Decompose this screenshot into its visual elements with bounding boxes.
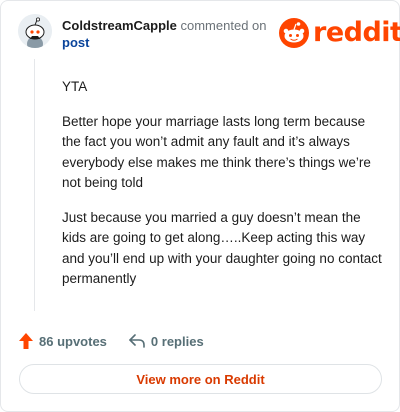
post-link[interactable]: post (62, 34, 272, 51)
username[interactable]: ColdstreamCapple (62, 18, 177, 33)
upvote-arrow-icon (19, 333, 33, 349)
reddit-wordmark: reddit (313, 17, 400, 48)
snoo-avatar-icon (18, 14, 52, 48)
thread-line[interactable] (34, 59, 35, 311)
comment-body: YTA Better hope your marriage lasts long… (62, 77, 382, 304)
reply-count: 0 replies (150, 333, 204, 349)
reddit-logo[interactable]: reddit (279, 18, 400, 48)
comment-paragraph: Just because you married a guy doesn’t m… (62, 209, 382, 287)
comment-header: ColdstreamCapple commented on post (62, 17, 272, 51)
comment-paragraph: Better hope your marriage lasts long ter… (62, 113, 371, 191)
reply-arrow-icon (129, 334, 145, 348)
upvote-button[interactable]: 86 upvotes (19, 333, 107, 349)
view-more-button[interactable]: View more on Reddit (19, 364, 382, 394)
comment-actions: 86 upvotes 0 replies (19, 331, 204, 351)
reply-button[interactable]: 0 replies (129, 334, 204, 349)
comment-card: ColdstreamCapple commented on post reddi… (0, 0, 400, 412)
user-avatar[interactable] (18, 14, 52, 48)
commented-on-text: commented on (180, 18, 267, 33)
reddit-snoo-icon (279, 18, 309, 48)
comment-paragraph: YTA (62, 79, 88, 94)
upvote-count: 86 upvotes (39, 333, 107, 349)
